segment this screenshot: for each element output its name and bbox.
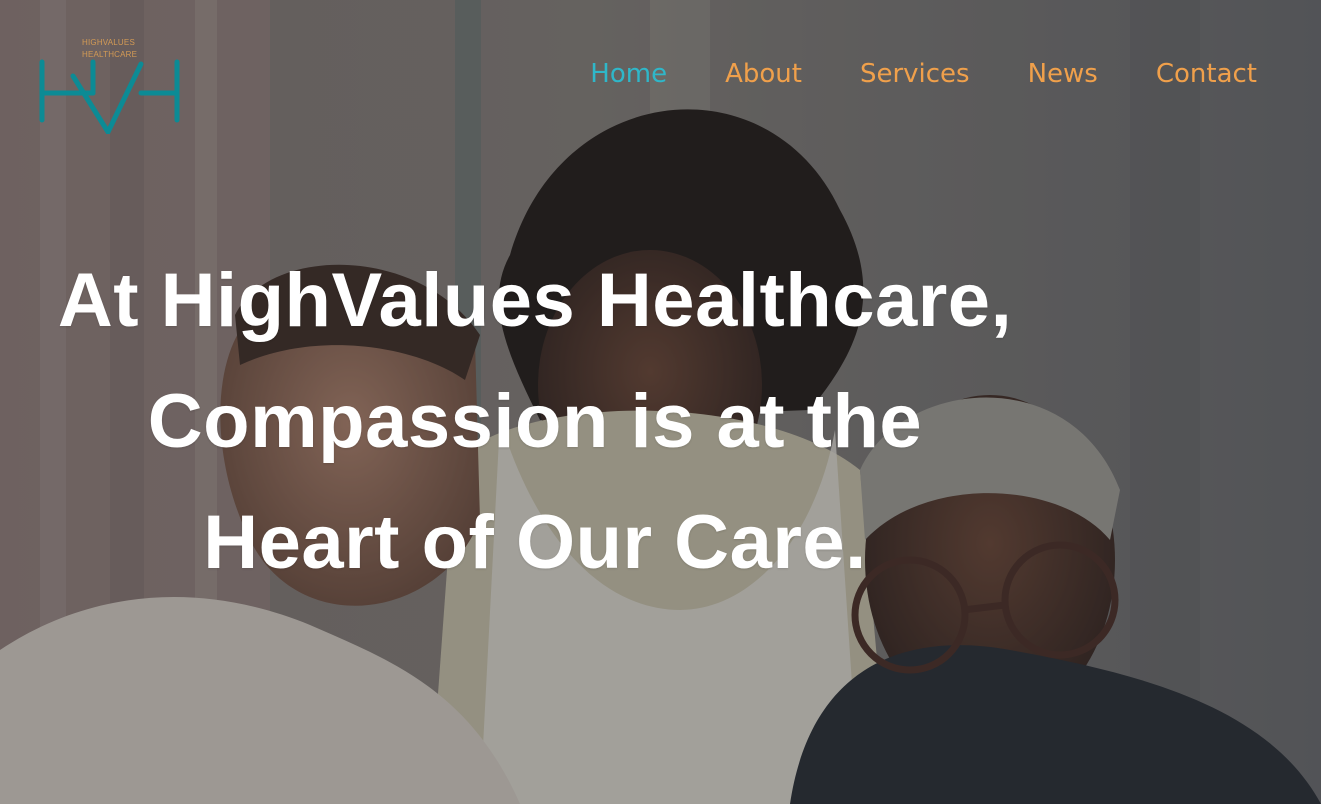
nav-home-link[interactable]: Home — [590, 57, 667, 91]
nav-about-link[interactable]: About — [725, 57, 802, 91]
nav-services-link[interactable]: Services — [860, 57, 970, 91]
logo-brand-line-1: HIGHVALUES — [82, 38, 135, 47]
hero-section: HIGHVALUES HEALTHCARE Home About Service… — [0, 0, 1321, 804]
hero-headline: At HighValues Healthcare, Compassion is … — [57, 258, 1013, 585]
main-navigation: Home About Services News Contact — [590, 57, 1257, 91]
hvh-logo-mark — [39, 59, 180, 134]
logo-link[interactable]: HIGHVALUES HEALTHCARE — [38, 38, 180, 134]
nav-contact-link[interactable]: Contact — [1156, 57, 1257, 91]
nav-news-link[interactable]: News — [1028, 57, 1098, 91]
